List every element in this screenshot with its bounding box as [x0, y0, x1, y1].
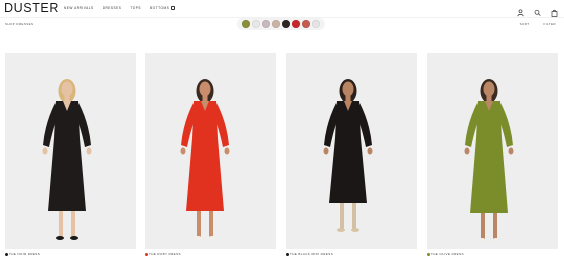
- product-card[interactable]: The Black Midi Dress: [286, 53, 417, 256]
- color-swatch[interactable]: [272, 20, 280, 28]
- product-model-image: [42, 79, 92, 240]
- product-name-label: The Noir Dress: [9, 252, 41, 256]
- product-card[interactable]: The Ruby Dress: [145, 53, 276, 256]
- color-swatch[interactable]: [282, 20, 290, 28]
- product-image[interactable]: [5, 53, 136, 249]
- color-swatch[interactable]: [262, 20, 270, 28]
- product-name-label: The Black Midi Dress: [290, 252, 334, 256]
- product-model-image: [180, 79, 230, 240]
- user-icon[interactable]: [517, 4, 524, 17]
- product-model-image: [323, 79, 373, 232]
- product-name-label: The Ruby Dress: [149, 252, 181, 256]
- product-card[interactable]: The Olive Dress: [427, 53, 558, 256]
- product-name-label: The Olive Dress: [431, 252, 464, 256]
- product-name[interactable]: The Olive Dress: [427, 252, 464, 256]
- product-card[interactable]: The Noir Dress: [5, 53, 136, 256]
- header-bar: DUSTER New Arrivals Dresses Tops Bottoms: [0, 0, 564, 18]
- color-swatch[interactable]: [302, 20, 310, 28]
- nav-item-new-arrivals[interactable]: New Arrivals: [64, 6, 94, 10]
- product-name[interactable]: The Black Midi Dress: [286, 252, 333, 256]
- color-swatch[interactable]: [242, 20, 250, 28]
- color-swatch-bar: [237, 18, 325, 30]
- sort-button[interactable]: Sort: [520, 22, 530, 26]
- filter-row: Shop Dresses Sort Filter: [0, 18, 564, 32]
- nav-item-tops[interactable]: Tops: [130, 6, 141, 10]
- search-icon[interactable]: [534, 4, 541, 16]
- product-name[interactable]: The Noir Dress: [5, 252, 40, 256]
- sort-filter-controls: Sort Filter: [520, 22, 556, 26]
- color-dot: [427, 252, 430, 256]
- nav-item-dresses[interactable]: Dresses: [103, 6, 122, 10]
- color-swatch[interactable]: [292, 20, 300, 28]
- brand-logo[interactable]: DUSTER: [4, 1, 59, 15]
- bag-icon[interactable]: [551, 4, 558, 17]
- product-image[interactable]: [145, 53, 276, 249]
- header-icons: [517, 4, 558, 17]
- gift-icon: [171, 6, 176, 10]
- color-swatch[interactable]: [252, 20, 260, 28]
- color-swatch[interactable]: [312, 20, 320, 28]
- color-dot: [286, 252, 289, 256]
- color-dot: [5, 252, 8, 256]
- product-name[interactable]: The Ruby Dress: [145, 252, 181, 256]
- nav-item-bottoms-label: Bottoms: [150, 6, 170, 10]
- product-model-image: [464, 79, 514, 242]
- breadcrumb[interactable]: Shop Dresses: [5, 22, 33, 26]
- color-dot: [145, 252, 148, 256]
- nav-item-bottoms[interactable]: Bottoms: [150, 6, 176, 10]
- filter-button[interactable]: Filter: [543, 22, 556, 26]
- main-nav: New Arrivals Dresses Tops Bottoms: [64, 6, 176, 10]
- product-image[interactable]: [286, 53, 417, 249]
- product-image[interactable]: [427, 53, 558, 249]
